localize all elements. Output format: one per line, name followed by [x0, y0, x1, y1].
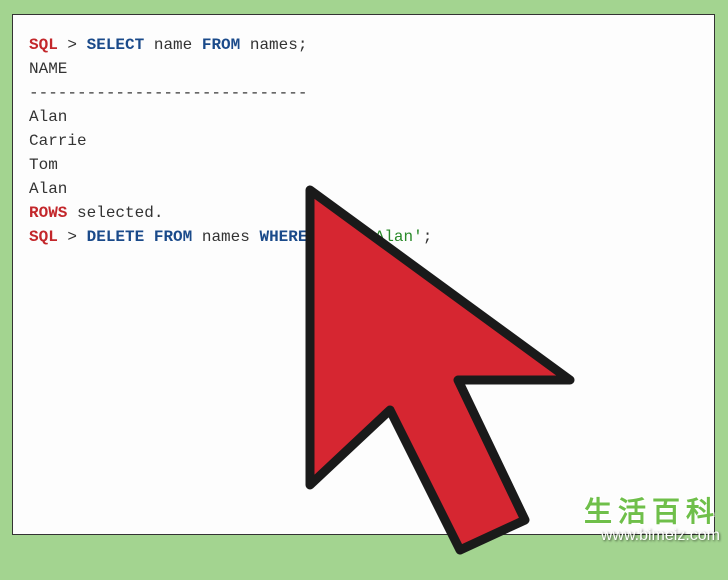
code-token: SELECT [87, 36, 145, 54]
code-token: Carrie [29, 132, 87, 150]
code-line: ----------------------------- [29, 81, 698, 105]
code-token: ROWS [29, 204, 67, 222]
code-token: > [58, 228, 87, 246]
code-token: FROM [202, 36, 240, 54]
code-token: NAME [29, 60, 67, 78]
code-line: Tom [29, 153, 698, 177]
code-line: Carrie [29, 129, 698, 153]
code-block: SQL > SELECT name FROM names; NAME -------… [29, 33, 698, 249]
code-token: SQL [29, 36, 58, 54]
terminal-window: SQL > SELECT name FROM names; NAME -------… [12, 14, 715, 535]
code-token: names; [240, 36, 307, 54]
code-line: NAME [29, 57, 698, 81]
code-line: SQL > DELETE FROM names WHERE name='Alan… [29, 225, 698, 249]
code-token: 'Alan' [365, 228, 423, 246]
code-token: names [192, 228, 259, 246]
code-token: Alan [29, 108, 67, 126]
code-token: SQL [29, 228, 58, 246]
code-token: DELETE [87, 228, 145, 246]
code-token: WHERE [259, 228, 307, 246]
code-token [144, 228, 154, 246]
code-token: FROM [154, 228, 192, 246]
code-token: Tom [29, 156, 58, 174]
code-line: ROWS selected. [29, 201, 698, 225]
code-line: Alan [29, 177, 698, 201]
code-token: > [58, 36, 87, 54]
code-token: ----------------------------- [29, 84, 307, 102]
code-token: ; [423, 228, 433, 246]
code-token: name [144, 36, 202, 54]
code-token: selected. [67, 204, 163, 222]
code-line: Alan [29, 105, 698, 129]
code-line: SQL > SELECT name FROM names; [29, 33, 698, 57]
code-token: name [307, 228, 355, 246]
code-token: = [356, 228, 366, 246]
code-token: Alan [29, 180, 67, 198]
